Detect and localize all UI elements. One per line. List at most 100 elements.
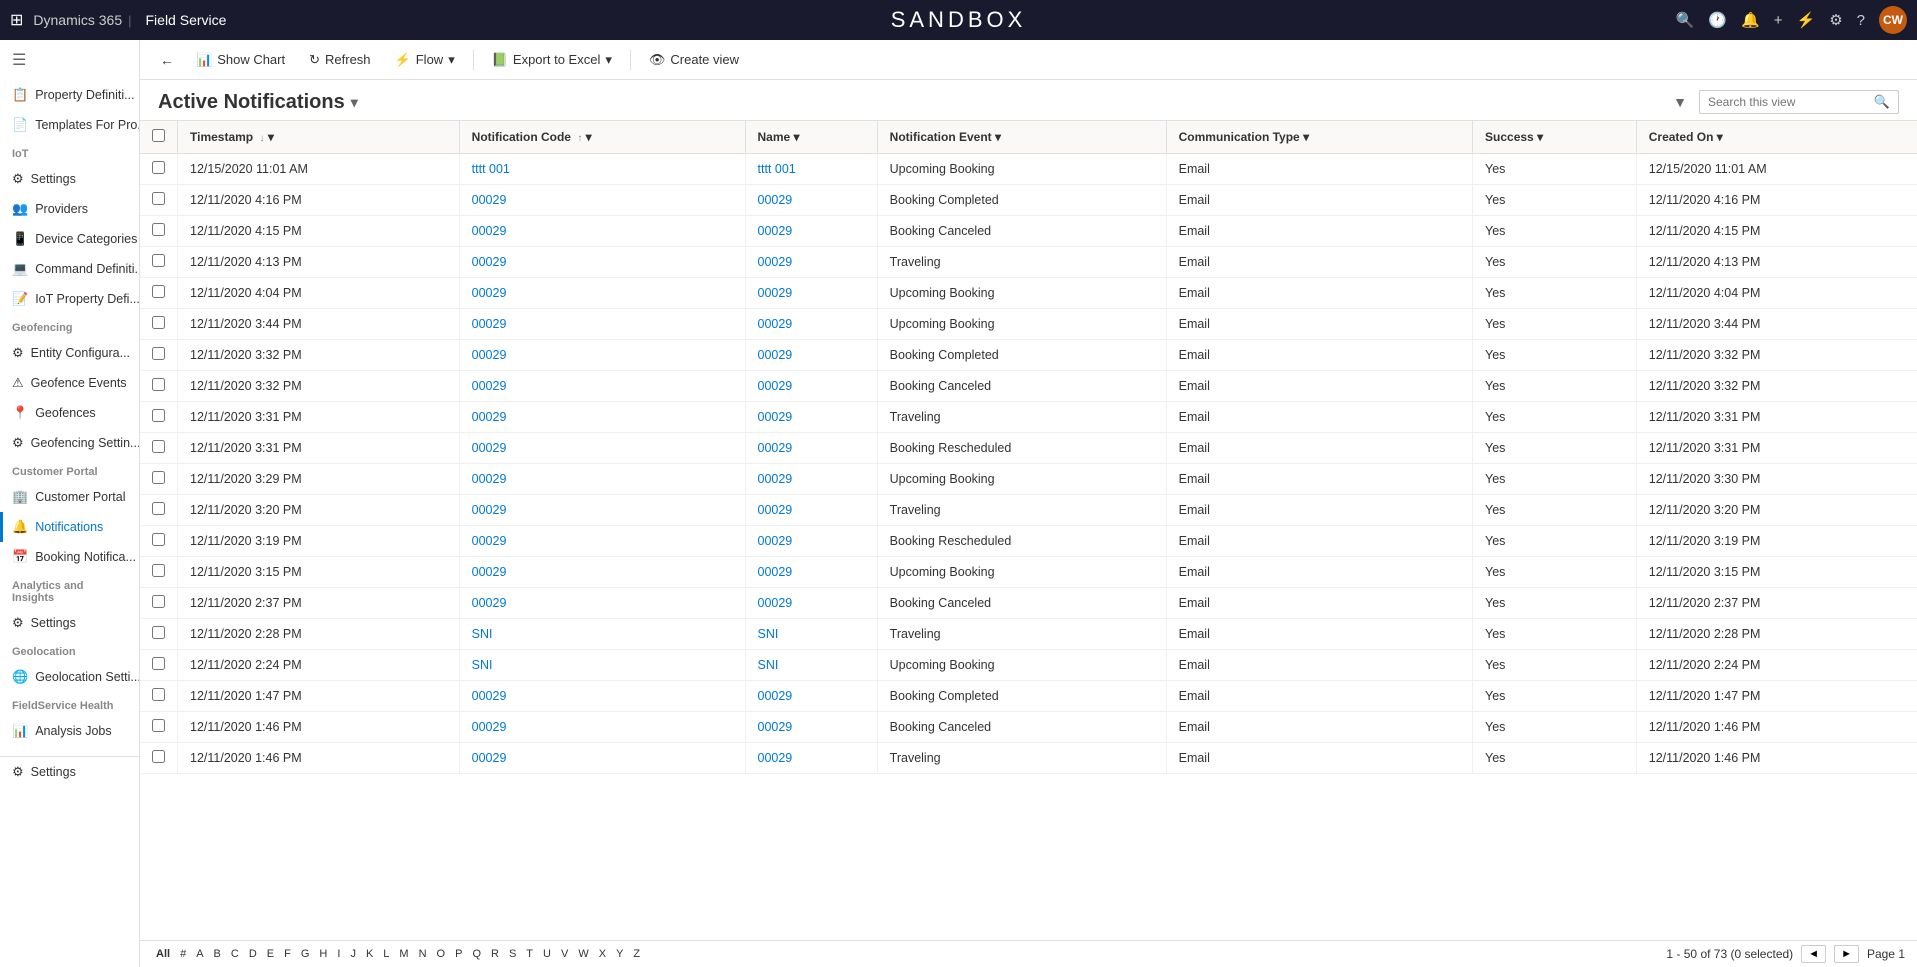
sidebar-item-geofences[interactable]: 📍 Geofences bbox=[0, 398, 139, 428]
row-checkbox[interactable] bbox=[152, 192, 165, 205]
row-name[interactable]: 00029 bbox=[745, 340, 877, 371]
row-notification-code[interactable]: 00029 bbox=[459, 464, 745, 495]
row-name[interactable]: 00029 bbox=[745, 278, 877, 309]
row-name[interactable]: 00029 bbox=[745, 247, 877, 278]
alpha-o[interactable]: O bbox=[433, 946, 450, 962]
alpha-all[interactable]: All bbox=[152, 946, 174, 962]
row-name[interactable]: 00029 bbox=[745, 495, 877, 526]
sidebar-item-settings[interactable]: ⚙ Settings bbox=[0, 164, 139, 194]
export-to-excel-button[interactable]: 📗 Export to Excel ▾ bbox=[482, 47, 622, 73]
alpha-m[interactable]: M bbox=[395, 946, 412, 962]
col-communication-type[interactable]: Communication Type ▾ bbox=[1166, 121, 1472, 154]
add-icon[interactable]: + bbox=[1774, 12, 1783, 29]
prev-page-button[interactable]: ◄ bbox=[1801, 945, 1826, 963]
row-notification-code[interactable]: 00029 bbox=[459, 712, 745, 743]
alpha-d[interactable]: D bbox=[245, 946, 261, 962]
row-name[interactable]: 00029 bbox=[745, 185, 877, 216]
alpha-hash[interactable]: # bbox=[176, 946, 190, 962]
alpha-g[interactable]: G bbox=[297, 946, 314, 962]
sidebar-item-providers[interactable]: 👥 Providers bbox=[0, 194, 139, 224]
row-notification-code[interactable]: 00029 bbox=[459, 309, 745, 340]
row-checkbox-cell[interactable] bbox=[140, 495, 178, 526]
settings-icon[interactable]: ⚙ bbox=[1829, 11, 1842, 29]
show-chart-button[interactable]: 📊 Show Chart bbox=[186, 47, 295, 73]
row-checkbox-cell[interactable] bbox=[140, 154, 178, 185]
row-checkbox[interactable] bbox=[152, 223, 165, 236]
sidebar-item-booking-notifica[interactable]: 📅 Booking Notifica... bbox=[0, 542, 139, 572]
row-checkbox[interactable] bbox=[152, 409, 165, 422]
row-name[interactable]: 00029 bbox=[745, 309, 877, 340]
row-name[interactable]: 00029 bbox=[745, 557, 877, 588]
row-name[interactable]: SNI bbox=[745, 619, 877, 650]
row-checkbox-cell[interactable] bbox=[140, 588, 178, 619]
row-checkbox-cell[interactable] bbox=[140, 216, 178, 247]
avatar[interactable]: CW bbox=[1879, 6, 1907, 34]
row-checkbox-cell[interactable] bbox=[140, 185, 178, 216]
row-checkbox[interactable] bbox=[152, 347, 165, 360]
row-checkbox-cell[interactable] bbox=[140, 309, 178, 340]
sidebar-item-settings-bottom[interactable]: ⚙ Settings bbox=[0, 756, 139, 787]
row-notification-code[interactable]: 00029 bbox=[459, 216, 745, 247]
refresh-button[interactable]: ↻ Refresh bbox=[299, 47, 380, 73]
alpha-w[interactable]: W bbox=[574, 946, 592, 962]
sidebar-item-iot-property-def[interactable]: 📝 IoT Property Defi... bbox=[0, 284, 139, 314]
row-notification-code[interactable]: 00029 bbox=[459, 588, 745, 619]
create-view-button[interactable]: 👁 Create view bbox=[639, 47, 749, 73]
row-checkbox-cell[interactable] bbox=[140, 278, 178, 309]
sidebar-item-device-categories[interactable]: 📱 Device Categories bbox=[0, 224, 139, 254]
row-checkbox[interactable] bbox=[152, 471, 165, 484]
alpha-k[interactable]: K bbox=[362, 946, 377, 962]
sidebar-item-customer-portal[interactable]: 🏢 Customer Portal bbox=[0, 482, 139, 512]
row-name[interactable]: 00029 bbox=[745, 433, 877, 464]
alpha-q[interactable]: Q bbox=[468, 946, 485, 962]
row-checkbox-cell[interactable] bbox=[140, 247, 178, 278]
row-checkbox[interactable] bbox=[152, 564, 165, 577]
row-name[interactable]: tttt 001 bbox=[745, 154, 877, 185]
row-checkbox[interactable] bbox=[152, 316, 165, 329]
sidebar-item-analytics-settings[interactable]: ⚙ Settings bbox=[0, 608, 139, 638]
alpha-b[interactable]: B bbox=[210, 946, 225, 962]
row-checkbox-cell[interactable] bbox=[140, 402, 178, 433]
row-notification-code[interactable]: 00029 bbox=[459, 495, 745, 526]
row-notification-code[interactable]: 00029 bbox=[459, 402, 745, 433]
row-notification-code[interactable]: SNI bbox=[459, 650, 745, 681]
col-name[interactable]: Name ▾ bbox=[745, 121, 877, 154]
filter-button[interactable]: ▼ bbox=[1669, 90, 1691, 114]
row-name[interactable]: 00029 bbox=[745, 588, 877, 619]
alpha-j[interactable]: J bbox=[346, 946, 360, 962]
col-notification-code[interactable]: Notification Code ↑ ▾ bbox=[459, 121, 745, 154]
row-checkbox[interactable] bbox=[152, 533, 165, 546]
row-checkbox[interactable] bbox=[152, 750, 165, 763]
sidebar-item-notifications[interactable]: 🔔 Notifications bbox=[0, 512, 139, 542]
alpha-l[interactable]: L bbox=[379, 946, 393, 962]
row-name[interactable]: 00029 bbox=[745, 464, 877, 495]
row-checkbox[interactable] bbox=[152, 719, 165, 732]
row-checkbox[interactable] bbox=[152, 161, 165, 174]
col-notification-event[interactable]: Notification Event ▾ bbox=[877, 121, 1166, 154]
filter-header-icon[interactable]: ⚡ bbox=[1797, 11, 1816, 29]
flow-button[interactable]: ⚡ Flow ▾ bbox=[385, 47, 465, 73]
row-checkbox-cell[interactable] bbox=[140, 681, 178, 712]
row-checkbox[interactable] bbox=[152, 626, 165, 639]
row-notification-code[interactable]: 00029 bbox=[459, 743, 745, 774]
notifications-bell-icon[interactable]: 🔔 bbox=[1741, 11, 1760, 29]
view-title-chevron-icon[interactable]: ▾ bbox=[351, 94, 358, 111]
row-checkbox-cell[interactable] bbox=[140, 743, 178, 774]
select-all-header[interactable] bbox=[140, 121, 178, 154]
alpha-c[interactable]: C bbox=[227, 946, 243, 962]
row-name[interactable]: 00029 bbox=[745, 371, 877, 402]
row-checkbox[interactable] bbox=[152, 285, 165, 298]
search-icon[interactable]: 🔍 bbox=[1676, 11, 1695, 29]
alpha-e[interactable]: E bbox=[263, 946, 278, 962]
alpha-n[interactable]: N bbox=[415, 946, 431, 962]
row-checkbox-cell[interactable] bbox=[140, 557, 178, 588]
row-checkbox[interactable] bbox=[152, 440, 165, 453]
help-icon[interactable]: ? bbox=[1857, 12, 1865, 29]
row-name[interactable]: 00029 bbox=[745, 743, 877, 774]
alpha-s[interactable]: S bbox=[505, 946, 520, 962]
alpha-y[interactable]: Y bbox=[612, 946, 627, 962]
alpha-x[interactable]: X bbox=[595, 946, 610, 962]
row-notification-code[interactable]: 00029 bbox=[459, 433, 745, 464]
row-notification-code[interactable]: 00029 bbox=[459, 557, 745, 588]
sidebar-item-property-def[interactable]: 📋 Property Definiti... bbox=[0, 80, 139, 110]
